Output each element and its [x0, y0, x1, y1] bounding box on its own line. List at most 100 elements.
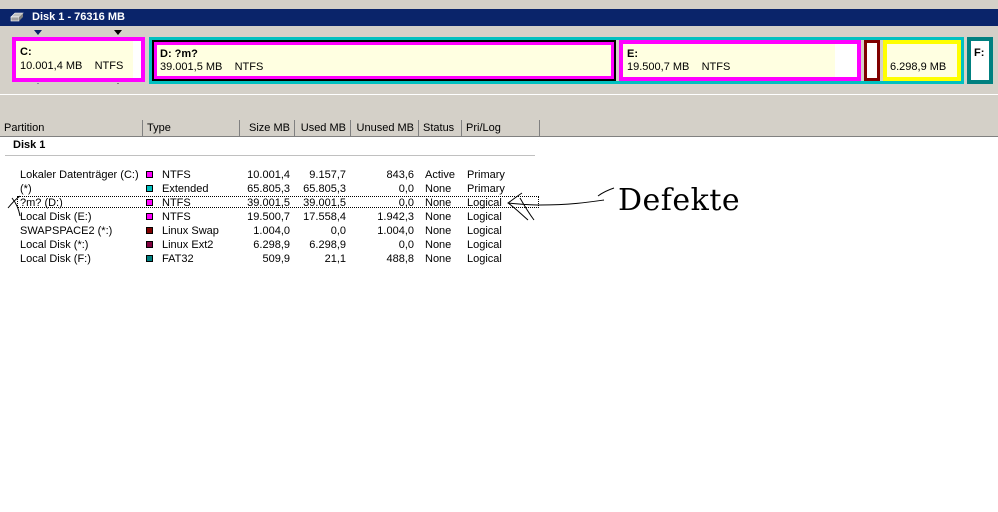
cell-status: None	[425, 225, 452, 237]
cell-unused: 843,6	[386, 169, 414, 181]
color-swatch-icon	[146, 227, 153, 234]
cell-partition: Lokaler Datenträger (C:)	[20, 169, 139, 181]
column-header-unused[interactable]: Unused MB	[351, 120, 419, 136]
cell-prilog: Logical	[467, 225, 502, 237]
cell-unused: 0,0	[398, 239, 414, 251]
map-partition-f[interactable]: F:	[967, 37, 993, 84]
map-partition-info: 39.001,5 MB NTFS	[160, 61, 263, 73]
table-row[interactable]: SWAPSPACE2 (*:) Linux Swap 1.004,0 0,0 1.004…	[0, 224, 998, 238]
table-row[interactable]: (*) Extended 65.805,3 65.805,3 0,0 None Primar…	[0, 182, 998, 196]
cell-status: None	[425, 183, 452, 195]
cell-unused: 1.004,0	[377, 225, 414, 237]
column-header-status[interactable]: Status	[419, 120, 462, 136]
cell-type: NTFS	[162, 197, 191, 209]
table-row[interactable]: ?m? (D:) NTFS 39.001,5 39.001,5 0,0 None Logic…	[0, 196, 998, 210]
cell-status: None	[425, 239, 452, 251]
cell-size: 65.805,3	[247, 183, 290, 195]
cell-prilog: Logical	[467, 211, 502, 223]
cell-partition: (*)	[20, 183, 32, 195]
cell-size: 19.500,7	[247, 211, 290, 223]
map-partition-label: D: ?m?	[160, 48, 198, 60]
cell-used: 65.805,3	[303, 183, 346, 195]
map-partition-info: 10.001,4 MB NTFS	[20, 60, 123, 72]
partition-map[interactable]: C: 10.001,4 MB NTFS D: ?m? 39.001,5 MB N…	[0, 26, 998, 88]
disk-group-label[interactable]: Disk 1	[13, 139, 45, 151]
cell-size: 1.004,0	[253, 225, 290, 237]
cell-partition: Local Disk (E:)	[20, 211, 92, 223]
map-partition-c[interactable]: C: 10.001,4 MB NTFS	[12, 37, 145, 82]
table-row[interactable]: Lokaler Datenträger (C:) NTFS 10.001,4 9.15…	[0, 168, 998, 182]
cell-type: NTFS	[162, 169, 191, 181]
cell-type: Extended	[162, 183, 209, 195]
handwritten-annotation-text: Defekte	[618, 183, 741, 218]
column-header-used[interactable]: Used MB	[295, 120, 351, 136]
cell-prilog: Logical	[467, 197, 502, 209]
cell-prilog: Primary	[467, 169, 505, 181]
map-partition-size: 10.001,4 MB	[20, 60, 83, 72]
map-partition-e[interactable]: E: 19.500,7 MB NTFS	[619, 40, 861, 81]
cell-partition: Local Disk (F:)	[20, 253, 91, 265]
cell-partition: SWAPSPACE2 (*:)	[20, 225, 113, 237]
map-partition-size: 39.001,5 MB	[160, 61, 223, 73]
cell-used: 0,0	[330, 225, 346, 237]
partition-table-header: Partition Type Size MB Used MB Unused MB…	[0, 120, 998, 137]
color-swatch-icon	[146, 185, 153, 192]
cell-unused: 0,0	[398, 183, 414, 195]
cell-used: 6.298,9	[309, 239, 346, 251]
map-partition-size: 6.298,9 MB	[890, 61, 947, 73]
cell-type: Linux Swap	[162, 225, 219, 237]
resize-arrow-left-top[interactable]	[34, 30, 42, 35]
color-swatch-icon	[146, 213, 153, 220]
cell-type: FAT32	[162, 253, 194, 265]
column-header-size[interactable]: Size MB	[240, 120, 295, 136]
column-header-partition[interactable]: Partition	[0, 120, 143, 136]
map-partition-size: 19.500,7 MB	[627, 61, 690, 73]
cell-status: Active	[425, 169, 455, 181]
map-partition-info: 19.500,7 MB NTFS	[627, 61, 730, 73]
cell-type: NTFS	[162, 211, 191, 223]
color-swatch-icon	[146, 171, 153, 178]
cell-prilog: Primary	[467, 183, 505, 195]
map-partition-swap[interactable]	[864, 40, 880, 81]
cell-unused: 488,8	[386, 253, 414, 265]
cell-type: Linux Ext2	[162, 239, 214, 251]
cell-size: 6.298,9	[253, 239, 290, 251]
cell-used: 21,1	[324, 253, 346, 265]
map-partition-ext2[interactable]: 6.298,9 MB	[883, 40, 961, 81]
map-partition-fs: NTFS	[94, 60, 124, 72]
resize-arrow-right-top[interactable]	[114, 30, 122, 35]
column-header-type[interactable]: Type	[143, 120, 240, 136]
cell-status: None	[425, 253, 452, 265]
map-partition-fs: NTFS	[701, 61, 731, 73]
cell-used: 39.001,5	[303, 197, 346, 209]
cell-prilog: Logical	[467, 239, 502, 251]
cell-used: 9.157,7	[309, 169, 346, 181]
disk-title-bar: Disk 1 - 76316 MB	[0, 9, 998, 26]
map-partition-label: F:	[974, 47, 985, 59]
disk-title: Disk 1 - 76316 MB	[32, 11, 125, 23]
disk-icon	[10, 12, 24, 22]
map-partition-label: E:	[627, 48, 638, 60]
disk-group-divider	[5, 155, 535, 156]
table-row[interactable]: Local Disk (E:) NTFS 19.500,7 17.558,4 1.942…	[0, 210, 998, 224]
map-partition-d[interactable]: D: ?m? 39.001,5 MB NTFS	[152, 40, 616, 81]
cell-size: 39.001,5	[247, 197, 290, 209]
cell-status: None	[425, 197, 452, 209]
cell-used: 17.558,4	[303, 211, 346, 223]
column-header-prilog[interactable]: Pri/Log	[462, 120, 540, 136]
cell-partition: Local Disk (*:)	[20, 239, 89, 251]
color-swatch-icon	[146, 199, 153, 206]
map-partition-fs: NTFS	[234, 61, 264, 73]
cell-unused: 1.942,3	[377, 211, 414, 223]
cell-prilog: Logical	[467, 253, 502, 265]
color-swatch-icon	[146, 255, 153, 262]
cell-partition: ?m? (D:)	[20, 197, 63, 209]
table-row[interactable]: Local Disk (F:) FAT32 509,9 21,1 488,8 None Lo…	[0, 252, 998, 266]
map-spacer	[0, 84, 998, 121]
color-swatch-icon	[146, 241, 153, 248]
table-row[interactable]: Local Disk (*:) Linux Ext2 6.298,9 6.298,9 0…	[0, 238, 998, 252]
cell-unused: 0,0	[398, 197, 414, 209]
map-partition-label: C:	[20, 46, 32, 58]
cell-size: 509,9	[262, 253, 290, 265]
cell-size: 10.001,4	[247, 169, 290, 181]
